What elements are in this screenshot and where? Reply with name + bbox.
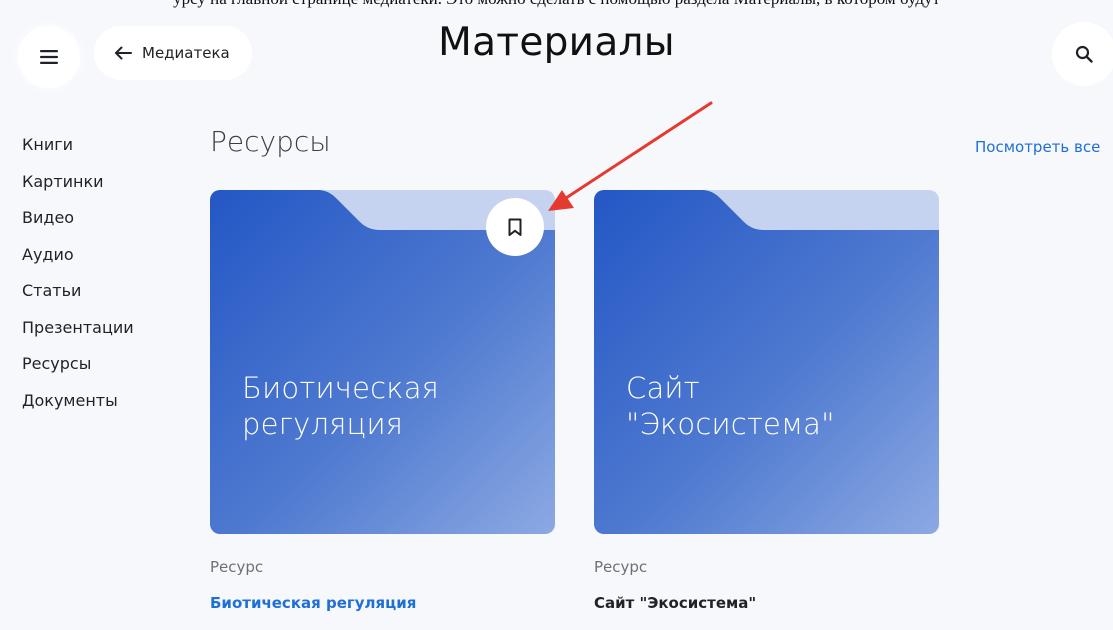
sidebar-item-presentations[interactable]: Презентации	[22, 316, 134, 353]
sidebar-item-video[interactable]: Видео	[22, 206, 134, 243]
search-icon	[1075, 45, 1093, 63]
view-all-link[interactable]: Посмотреть все	[975, 138, 1100, 156]
card-name-link[interactable]: Биотическая регуляция	[210, 594, 416, 612]
search-button[interactable]	[1052, 22, 1113, 86]
card-cover-title: Биотическая регуляция	[242, 371, 440, 441]
card-type-label: Ресурс	[210, 558, 264, 576]
folder-cover	[594, 190, 939, 534]
card-name-link[interactable]: Сайт "Экосистема"	[594, 594, 756, 612]
bookmark-button[interactable]	[486, 198, 544, 256]
bookmark-icon	[508, 218, 522, 236]
sidebar-item-articles[interactable]: Статьи	[22, 279, 134, 316]
sidebar: Книги Картинки Видео Аудио Статьи Презен…	[22, 133, 134, 425]
resource-card[interactable]: Сайт "Экосистема"	[594, 190, 939, 534]
sidebar-item-resources[interactable]: Ресурсы	[22, 352, 134, 389]
sidebar-item-books[interactable]: Книги	[22, 133, 134, 170]
card-cover-title: Сайт "Экосистема"	[626, 371, 835, 441]
resource-card[interactable]: Биотическая регуляция	[210, 190, 555, 534]
section-title: Ресурсы	[210, 125, 331, 158]
header: Медиатека Материалы	[0, 0, 1113, 100]
card-type-label: Ресурс	[594, 558, 648, 576]
sidebar-item-pictures[interactable]: Картинки	[22, 170, 134, 207]
sidebar-item-documents[interactable]: Документы	[22, 389, 134, 426]
page-title: Материалы	[438, 20, 675, 65]
sidebar-item-audio[interactable]: Аудио	[22, 243, 134, 280]
page: урсу на главной странице медиатеки. Это …	[0, 0, 1113, 630]
